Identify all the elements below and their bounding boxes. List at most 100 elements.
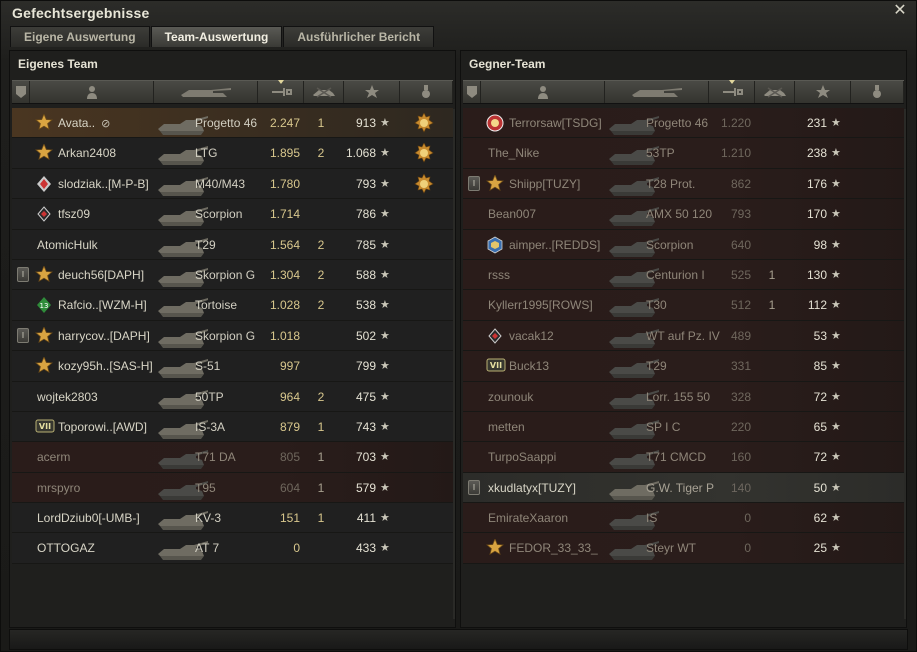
player-name[interactable]: OTTOGAZ <box>37 533 95 563</box>
player-name[interactable]: The_Nike <box>488 138 539 168</box>
player-name[interactable]: TurpoSaappi <box>488 442 556 472</box>
player-row[interactable]: TurpoSaappi T71 CMCD 160 72 ★ <box>463 442 904 473</box>
player-name[interactable]: kozy95h..[SAS-H] <box>58 351 153 381</box>
player-name[interactable]: acerm <box>37 442 70 472</box>
player-name[interactable]: FEDOR_33_33_ <box>509 533 598 563</box>
player-name[interactable]: zounouk <box>488 382 533 412</box>
player-row[interactable]: vacak12 WT auf Pz. IV 489 53 ★ <box>463 320 904 352</box>
player-row[interactable]: LordDziub0[-UMB-] KV-3 151 1 411 ★ <box>12 503 453 534</box>
player-row[interactable]: metten SP I C 220 65 ★ <box>463 411 904 443</box>
tab-detailed-report[interactable]: Ausführlicher Bericht <box>283 26 435 47</box>
tank-name: S-51 <box>195 359 221 374</box>
player-row[interactable]: Ixkudlatyx[TUZY] G.W. Tiger P 140 50 ★ <box>463 472 904 504</box>
damage-value: 220 <box>730 419 751 434</box>
column-header-tank[interactable] <box>605 81 709 103</box>
column-header-player[interactable] <box>30 81 154 103</box>
column-header-tank[interactable] <box>154 81 258 103</box>
player-name[interactable]: deuch56[DAPH] <box>58 260 144 290</box>
player-row[interactable]: Avata.. ⊘ Progetto 46 2.247 1 913 ★ <box>12 108 453 139</box>
player-row[interactable]: aimper..[REDDS] Scorpion 640 98 ★ <box>463 229 904 260</box>
player-name[interactable]: slodziak..[M-P-B] <box>58 169 149 199</box>
xp-value: 588 <box>355 267 376 282</box>
tank-name: Skorpion G <box>195 328 256 343</box>
player-row[interactable]: Bean007 AMX 50 120 793 170 ★ <box>463 199 904 230</box>
player-row[interactable]: wojtek2803 50TP 964 2 475 ★ <box>12 381 453 412</box>
player-name[interactable]: Shiipp[TUZY] <box>509 169 580 199</box>
player-row[interactable]: Arkan2408 LTG 1.895 2 1.068 ★ <box>12 138 453 169</box>
player-name[interactable]: aimper..[REDDS] <box>509 230 600 260</box>
column-header-damage[interactable] <box>258 80 304 103</box>
player-name[interactable]: EmirateXaaron <box>488 503 568 533</box>
xp-star-icon: ★ <box>380 451 390 464</box>
player-row[interactable]: slodziak..[M-P-B] M40/M43 1.780 793 ★ <box>12 168 453 200</box>
player-name[interactable]: tfsz09 <box>58 199 90 229</box>
player-name[interactable]: LordDziub0[-UMB-] <box>37 503 140 533</box>
player-name-text: LordDziub0[-UMB-] <box>37 511 140 526</box>
platoon-icon: I <box>17 266 29 282</box>
column-header-damage[interactable] <box>709 80 755 103</box>
damage-value: 997 <box>279 359 300 374</box>
sort-arrow-icon <box>728 80 735 84</box>
player-row[interactable]: Terrorsaw[TSDG] Progetto 46 1.220 231 ★ <box>463 108 904 139</box>
column-header-medal[interactable] <box>851 81 904 103</box>
column-header-platoon[interactable] <box>463 81 481 103</box>
player-name[interactable]: vacak12 <box>509 321 554 351</box>
column-header-kills[interactable] <box>755 81 795 103</box>
player-row[interactable]: zounouk Lorr. 155 50 328 72 ★ <box>463 381 904 412</box>
player-name[interactable]: harrycov..[DAPH] <box>58 321 150 351</box>
column-header-platoon[interactable] <box>12 81 30 103</box>
player-name[interactable]: Arkan2408 <box>58 138 116 168</box>
column-header-kills[interactable] <box>304 81 344 103</box>
player-row[interactable]: mrspyro T95 604 1 579 ★ <box>12 472 453 504</box>
medal-icon[interactable] <box>414 173 434 194</box>
player-row[interactable]: 13 Rafcio..[WZM-H] Tortoise 1.028 2 538 ★ <box>12 290 453 321</box>
player-name[interactable]: metten <box>488 412 525 442</box>
player-row[interactable]: I Shiipp[TUZY] T28 Prot. 862 176 ★ <box>463 168 904 200</box>
player-row[interactable]: The_Nike 53TP 1.210 238 ★ <box>463 138 904 169</box>
player-row[interactable]: EmirateXaaron IS 0 62 ★ <box>463 503 904 534</box>
player-row[interactable]: OTTOGAZ AT 7 0 433 ★ <box>12 533 453 564</box>
column-header-xp-star[interactable] <box>795 81 851 103</box>
tab-personal-results[interactable]: Eigene Auswertung <box>10 26 150 47</box>
player-name[interactable]: xkudlatyx[TUZY] <box>488 473 576 503</box>
player-row[interactable]: kozy95h..[SAS-H] S-51 997 799 ★ <box>12 351 453 382</box>
player-row[interactable]: VII Buck13 T29 331 85 ★ <box>463 351 904 382</box>
column-header-player[interactable] <box>481 81 605 103</box>
player-name[interactable]: wojtek2803 <box>37 382 98 412</box>
xp-value: 913 <box>355 116 376 130</box>
close-icon[interactable]: ✕ <box>892 3 908 19</box>
player-row[interactable]: Iharrycov..[DAPH] Skorpion G 1.018 502 ★ <box>12 320 453 352</box>
xp-star-icon: ★ <box>831 451 841 464</box>
platoon-icon: I <box>468 175 480 191</box>
column-header-xp-star[interactable] <box>344 81 400 103</box>
player-row[interactable]: rsss Centurion I 525 1 130 ★ <box>463 259 904 291</box>
scrollbar[interactable] <box>904 109 906 619</box>
player-name[interactable]: Buck13 <box>509 351 549 381</box>
player-row[interactable]: FEDOR_33_33_ Steyr WT 0 25 ★ <box>463 533 904 564</box>
player-name[interactable]: Toporowi..[AWD] <box>58 412 147 442</box>
xp-star-icon: ★ <box>380 147 390 160</box>
player-row[interactable]: AtomicHulk T29 1.564 2 785 ★ <box>12 229 453 260</box>
scrollbar[interactable] <box>453 109 455 619</box>
xp-star-icon: ★ <box>380 481 390 494</box>
player-row[interactable]: VII Toporowi..[AWD] IS-3A 879 1 743 ★ <box>12 411 453 443</box>
player-name[interactable]: rsss <box>488 260 510 290</box>
player-name[interactable]: Avata.. ⊘ <box>58 108 110 139</box>
tab-team-results[interactable]: Team-Auswertung <box>150 26 283 47</box>
player-name[interactable]: Terrorsaw[TSDG] <box>509 108 602 138</box>
player-row[interactable]: tfsz09 Scorpion 1.714 786 ★ <box>12 199 453 230</box>
tank-name: T28 Prot. <box>646 176 696 191</box>
player-row[interactable]: Kyllerr1995[ROWS] T30 512 1 112 ★ <box>463 290 904 321</box>
player-row[interactable]: Ideuch56[DAPH] Skorpion G 1.304 2 588 ★ <box>12 259 453 291</box>
enemy-team-title: Gegner-Team <box>469 57 546 71</box>
player-name[interactable]: Rafcio..[WZM-H] <box>58 290 147 320</box>
player-name[interactable]: mrspyro <box>37 473 80 503</box>
column-header-medal[interactable] <box>400 81 453 103</box>
player-name-text: harrycov..[DAPH] <box>58 328 150 343</box>
player-name[interactable]: AtomicHulk <box>37 230 98 260</box>
player-name[interactable]: Kyllerr1995[ROWS] <box>488 290 593 320</box>
medal-icon[interactable] <box>414 142 434 164</box>
medal-icon[interactable] <box>414 112 434 133</box>
player-row[interactable]: acerm T71 DA 805 1 703 ★ <box>12 442 453 473</box>
player-name[interactable]: Bean007 <box>488 199 536 229</box>
